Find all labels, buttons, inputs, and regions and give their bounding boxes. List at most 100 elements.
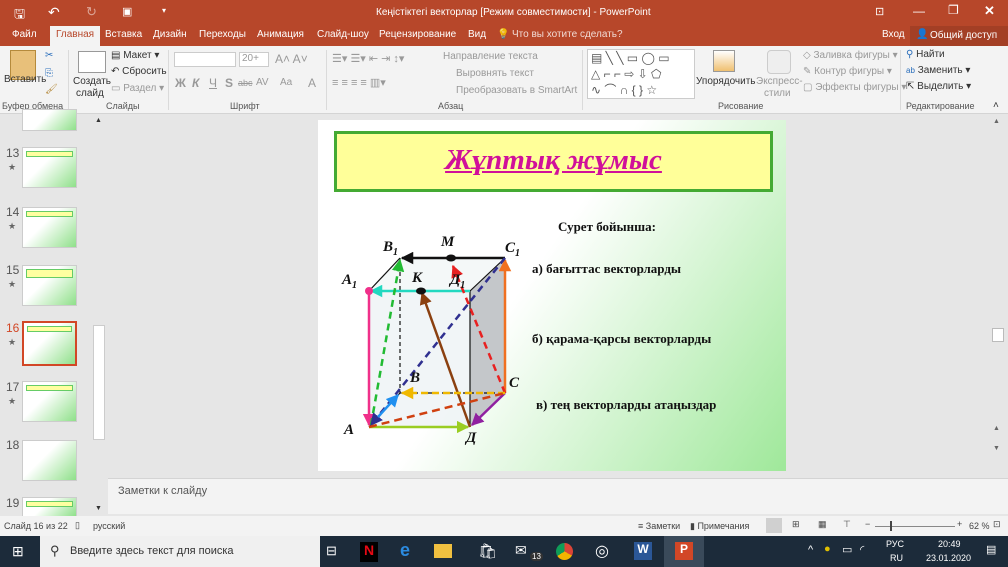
font-name-input[interactable] — [174, 52, 236, 67]
ribbon-display-icon[interactable]: ⊡ — [875, 5, 884, 18]
font-color-button[interactable]: A — [308, 76, 316, 90]
tell-me-input[interactable]: Что вы хотите сделать? — [512, 29, 623, 40]
reset-button[interactable]: Сбросить — [122, 66, 166, 77]
format-painter-icon[interactable]: 🖌 — [45, 84, 58, 95]
slide-sorter-icon[interactable]: ⊞ — [792, 519, 800, 530]
fit-to-window-icon[interactable]: ⊡ — [993, 519, 1001, 530]
word-icon[interactable]: W — [634, 542, 652, 560]
restore-button[interactable]: ❐ — [948, 3, 959, 17]
align-text-button[interactable]: Выровнять текст — [456, 68, 534, 79]
shape-fill-button[interactable]: Заливка фигуры — [813, 50, 889, 61]
scroll-up-icon[interactable]: ▲ — [95, 117, 102, 124]
thumbnail-15[interactable] — [22, 265, 77, 306]
tab-view[interactable]: Вид — [468, 29, 486, 40]
slideshow-icon[interactable]: ▣ — [122, 5, 132, 18]
tray-app-icon[interactable]: ● — [824, 543, 831, 555]
slide-thumbnails[interactable]: 13 ★ 14 ★ 15 ★ 16 ★ 17 ★ 18 19 — [0, 109, 92, 517]
scroll-down-icon[interactable]: ▼ — [95, 505, 102, 512]
input-language-code[interactable]: RU — [890, 553, 903, 563]
tab-file[interactable]: Файл — [12, 29, 37, 40]
network-icon[interactable]: ▭ — [842, 543, 852, 556]
share-button[interactable]: 👤 Общий доступ — [910, 26, 1008, 46]
tab-insert[interactable]: Вставка — [105, 29, 142, 40]
arrange-button[interactable]: Упорядочить — [696, 76, 756, 87]
task-view-icon[interactable]: ⊟ — [326, 543, 337, 559]
replace-button[interactable]: Заменить — [918, 65, 963, 76]
windows-start-icon[interactable]: ⊞ — [12, 543, 24, 560]
scroll-up-icon[interactable]: ▲ — [993, 118, 1000, 125]
notes-pane[interactable]: Заметки к слайду — [108, 478, 1008, 514]
select-button[interactable]: Выделить — [917, 81, 963, 92]
thumbnail-14[interactable] — [22, 207, 77, 248]
shape-effects-button[interactable]: Эффекты фигуры — [815, 82, 898, 93]
shapes-gallery[interactable]: ▤ ╲ ╲ ▭ ◯ ▭ △ ⌐ ⌐ ⇨ ⇩ ⬠ ∿ ⌒ ∩ { } ☆ — [587, 49, 695, 99]
file-explorer-icon[interactable] — [434, 544, 452, 558]
close-button[interactable]: ✕ — [984, 3, 995, 19]
tab-home[interactable]: Главная — [50, 26, 101, 46]
powerpoint-taskbar-button[interactable]: P — [664, 536, 704, 567]
thumbnail-19[interactable] — [22, 497, 77, 517]
wifi-icon[interactable]: ◜ — [860, 543, 864, 556]
shadow-button[interactable]: S — [225, 76, 233, 90]
language-indicator[interactable]: русский — [93, 521, 125, 531]
font-size-input[interactable]: 20+ — [239, 52, 269, 67]
copy-icon[interactable]: ⎘ — [45, 68, 53, 79]
smartart-button[interactable]: Преобразовать в SmartArt — [456, 85, 577, 96]
char-spacing-button[interactable]: AV — [256, 77, 269, 88]
zoom-slider[interactable] — [875, 526, 955, 527]
cut-icon[interactable]: ✂ — [45, 50, 53, 61]
zoom-slider-thumb[interactable] — [890, 521, 892, 531]
prev-slide-icon[interactable]: ▲ — [993, 425, 1000, 432]
thumbnail-18[interactable] — [22, 440, 77, 481]
slide[interactable]: Жұптық жұмыс Сурет бойынша: а) бағыттас … — [318, 120, 786, 471]
thumbnail-17[interactable] — [22, 381, 77, 422]
taskbar-search[interactable]: ⚲ Введите здесь текст для поиска — [40, 536, 320, 567]
collapse-ribbon-icon[interactable]: ˄ — [993, 100, 999, 111]
bold-button[interactable]: Ж — [175, 76, 186, 90]
thumbnail-16[interactable] — [22, 321, 77, 366]
tab-transitions[interactable]: Переходы — [199, 29, 246, 40]
zoom-level[interactable]: 62 % — [969, 521, 990, 531]
minimize-button[interactable]: — — [913, 4, 925, 18]
align-icons[interactable]: ≡ ≡ ≡ ≡ ▥▾ — [332, 76, 386, 89]
clock-date[interactable]: 23.01.2020 — [926, 553, 971, 563]
slideshow-view-icon[interactable]: ⊤ — [843, 519, 851, 530]
search-input[interactable]: Введите здесь текст для поиска — [70, 545, 234, 557]
paste-button[interactable]: Вставить — [4, 74, 46, 85]
redo-icon[interactable]: ↻ — [86, 4, 97, 20]
tab-design[interactable]: Дизайн — [153, 29, 187, 40]
show-hidden-icons[interactable]: ^ — [808, 544, 813, 556]
notifications-icon[interactable]: ▤ — [986, 543, 996, 556]
chrome-icon[interactable] — [556, 543, 573, 560]
undo-icon[interactable]: ↶ — [48, 4, 60, 21]
layout-button[interactable]: Макет — [123, 50, 151, 61]
sign-in-link[interactable]: Вход — [882, 29, 905, 40]
zoom-out-button[interactable]: − — [865, 519, 870, 529]
store-icon[interactable]: 🛍 — [478, 542, 497, 560]
change-case-button[interactable]: Aa — [280, 77, 292, 88]
thumbnail-13[interactable] — [22, 147, 77, 188]
scroll-thumb[interactable] — [93, 325, 105, 440]
slide-scroll-thumb[interactable] — [992, 328, 1004, 342]
customize-qat-icon[interactable]: ▾ — [162, 6, 166, 15]
zoom-in-button[interactable]: + — [957, 519, 962, 529]
tab-review[interactable]: Рецензирование — [379, 29, 456, 40]
mail-icon[interactable]: ✉ — [515, 542, 527, 559]
media-player-icon[interactable]: ◎ — [595, 541, 609, 561]
strikethrough-button[interactable]: abc — [238, 78, 253, 88]
find-button[interactable]: Найти — [916, 49, 945, 60]
quick-styles-button[interactable]: Экспресс- — [756, 76, 803, 87]
notes-button[interactable]: Заметки — [646, 521, 680, 531]
new-slide-icon[interactable] — [78, 51, 106, 73]
tab-animations[interactable]: Анимация — [257, 29, 304, 40]
new-slide-button[interactable]: Создать — [73, 76, 111, 87]
save-icon[interactable]: 🖫 — [14, 5, 25, 27]
thumbnail-12[interactable] — [22, 109, 77, 131]
section-button[interactable]: Раздел — [123, 83, 156, 94]
grow-font-icon[interactable]: A˄ A˅ — [275, 52, 308, 66]
edge-icon[interactable]: e — [400, 540, 410, 561]
netflix-icon[interactable]: N — [360, 542, 378, 562]
thumbnail-scrollbar[interactable]: ▲ ▼ — [92, 115, 106, 516]
shape-outline-button[interactable]: Контур фигуры — [814, 66, 884, 77]
spellcheck-icon[interactable]: ▯ — [75, 520, 80, 531]
